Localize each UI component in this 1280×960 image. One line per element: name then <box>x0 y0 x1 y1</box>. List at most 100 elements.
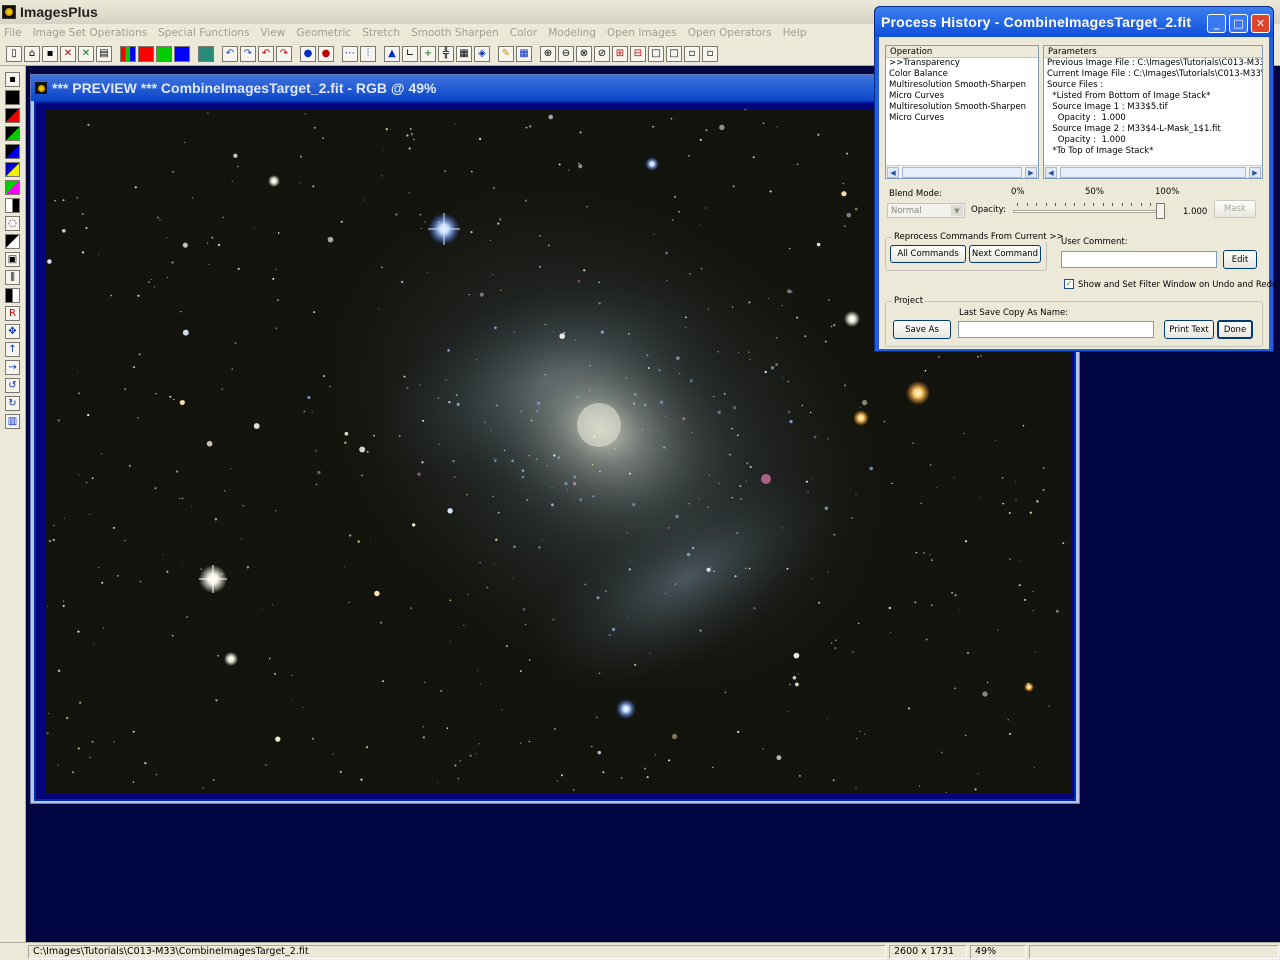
chevron-down-icon[interactable]: ▼ <box>951 205 963 216</box>
blue-black-icon[interactable] <box>5 144 20 159</box>
list-item[interactable]: Micro Curves <box>886 113 1038 124</box>
save-as-button[interactable]: Save As <box>893 320 951 339</box>
red-r-icon[interactable]: R <box>5 306 20 321</box>
menu-file[interactable]: File <box>4 27 22 39</box>
minus-box-icon[interactable]: ⊟ <box>630 45 646 62</box>
menu-geometric[interactable]: Geometric <box>296 27 351 39</box>
maximize-icon[interactable]: □ <box>1229 14 1248 33</box>
scroll-left-icon[interactable]: ◀ <box>1045 167 1057 178</box>
redo-all-icon[interactable]: ↷ <box>276 45 292 62</box>
multi-color-icon[interactable] <box>5 180 20 195</box>
column-icon[interactable]: ⫼ <box>5 270 20 285</box>
diagonal-icon[interactable] <box>5 234 20 249</box>
blue-channel-icon[interactable] <box>174 45 190 62</box>
edit-button[interactable]: Edit <box>1223 250 1257 269</box>
frame4-icon[interactable]: ▫ <box>702 45 718 62</box>
zoom-out-icon[interactable]: ⊖ <box>558 45 574 62</box>
opacity-slider-thumb[interactable] <box>1156 203 1165 219</box>
opacity-slider[interactable] <box>1013 199 1165 221</box>
axes-icon[interactable]: ∟ <box>402 45 418 62</box>
calculator-icon[interactable]: ╬ <box>438 45 454 62</box>
next-command-button[interactable]: Next Command <box>969 245 1041 263</box>
all-commands-button[interactable]: All Commands <box>890 245 966 263</box>
book-icon[interactable]: ▥ <box>5 414 20 429</box>
close-icon[interactable]: ✕ <box>60 45 76 62</box>
grid-icon[interactable] <box>198 45 214 62</box>
show-filter-label[interactable]: Show and Set Filter Window on Undo and R… <box>1078 280 1277 290</box>
rotate-left-icon[interactable]: ↺ <box>5 378 20 393</box>
scroll-left-icon[interactable]: ◀ <box>887 167 899 178</box>
black-square-icon[interactable] <box>5 90 20 105</box>
arrow-right-icon[interactable]: → <box>5 360 20 375</box>
operation-hscroll[interactable]: ◀ ▶ <box>886 165 1038 178</box>
list-item[interactable]: Color Balance <box>886 69 1038 80</box>
open-file-icon[interactable]: ⌂ <box>24 45 40 62</box>
arrow-up-icon[interactable]: ↑ <box>5 342 20 357</box>
star-marker-icon[interactable]: ● <box>300 45 316 62</box>
dots-icon[interactable]: ⋯ <box>342 45 358 62</box>
undo-all-icon[interactable]: ↶ <box>258 45 274 62</box>
color-swap-icon[interactable] <box>5 162 20 177</box>
scroll-thumb[interactable] <box>902 167 1022 178</box>
list-item[interactable]: Multiresolution Smooth-Sharpen <box>886 102 1038 113</box>
scroll-right-icon[interactable]: ▶ <box>1025 167 1037 178</box>
list-item[interactable]: Micro Curves <box>886 91 1038 102</box>
close-icon[interactable]: ✕ <box>1251 14 1270 33</box>
mask-button[interactable]: Mask <box>1214 200 1256 218</box>
print-text-button[interactable]: Print Text <box>1164 320 1214 339</box>
red-black-icon[interactable] <box>5 108 20 123</box>
red-channel-icon[interactable] <box>138 45 154 62</box>
crosshair-icon[interactable]: + <box>420 45 436 62</box>
redo-icon[interactable]: ↷ <box>240 45 256 62</box>
operation-list[interactable]: Operation >>Transparency Color Balance M… <box>885 45 1039 179</box>
minimize-icon[interactable]: _ <box>1207 14 1226 33</box>
scroll-right-icon[interactable]: ▶ <box>1249 167 1261 178</box>
parameters-list[interactable]: Parameters Previous Image File : C:\Imag… <box>1043 45 1263 179</box>
scroll-thumb[interactable] <box>1060 167 1246 178</box>
half-icon[interactable] <box>5 198 20 213</box>
frame3-icon[interactable]: ▫ <box>684 45 700 62</box>
show-filter-checkbox[interactable]: ✓ <box>1064 279 1074 289</box>
table-icon[interactable]: ▦ <box>516 45 532 62</box>
frame-icon[interactable]: □ <box>648 45 664 62</box>
last-save-field[interactable] <box>958 321 1154 338</box>
menu-modeling[interactable]: Modeling <box>548 27 596 39</box>
save-icon[interactable]: ▪ <box>5 72 20 87</box>
pencil-icon[interactable]: ✎ <box>498 45 514 62</box>
undo-icon[interactable]: ↶ <box>222 45 238 62</box>
menu-view[interactable]: View <box>260 27 285 39</box>
frame2-icon[interactable]: □ <box>666 45 682 62</box>
histogram-icon[interactable]: ⫶ <box>360 45 376 62</box>
menu-stretch[interactable]: Stretch <box>362 27 400 39</box>
zoom-in-icon[interactable]: ⊕ <box>540 45 556 62</box>
list-item[interactable]: Multiresolution Smooth-Sharpen <box>886 80 1038 91</box>
frame-select-icon[interactable]: ▣ <box>5 252 20 267</box>
done-button[interactable]: Done <box>1217 320 1253 339</box>
black-white-icon[interactable] <box>5 288 20 303</box>
zoom-actual-icon[interactable]: ⊘ <box>594 45 610 62</box>
graph-icon[interactable]: ▲ <box>384 45 400 62</box>
fill-icon[interactable]: ◌ <box>5 216 20 231</box>
rgb-channels-icon[interactable] <box>120 45 136 62</box>
print-icon[interactable]: ▤ <box>96 45 112 62</box>
rotate-right-icon[interactable]: ↻ <box>5 396 20 411</box>
menu-open-images[interactable]: Open Images <box>607 27 677 39</box>
plus-box-icon[interactable]: ⊞ <box>612 45 628 62</box>
palette-icon[interactable]: ▦ <box>456 45 472 62</box>
cancel-icon[interactable]: ✕ <box>78 45 94 62</box>
user-comment-field[interactable] <box>1061 251 1217 268</box>
menu-color[interactable]: Color <box>510 27 537 39</box>
save-icon[interactable]: ▪ <box>42 45 58 62</box>
parameters-hscroll[interactable]: ◀ ▶ <box>1044 165 1262 178</box>
menu-special-functions[interactable]: Special Functions <box>158 27 249 39</box>
blend-mode-select[interactable]: Normal ▼ <box>887 203 965 218</box>
new-file-icon[interactable]: ▯ <box>6 45 22 62</box>
menu-help[interactable]: Help <box>783 27 807 39</box>
move-icon[interactable]: ✥ <box>5 324 20 339</box>
menu-image-set-operations[interactable]: Image Set Operations <box>33 27 148 39</box>
list-item[interactable]: >>Transparency <box>886 58 1038 69</box>
menu-open-operators[interactable]: Open Operators <box>688 27 772 39</box>
star-marker-red-icon[interactable]: ● <box>318 45 334 62</box>
green-channel-icon[interactable] <box>156 45 172 62</box>
zoom-fit-icon[interactable]: ⊗ <box>576 45 592 62</box>
